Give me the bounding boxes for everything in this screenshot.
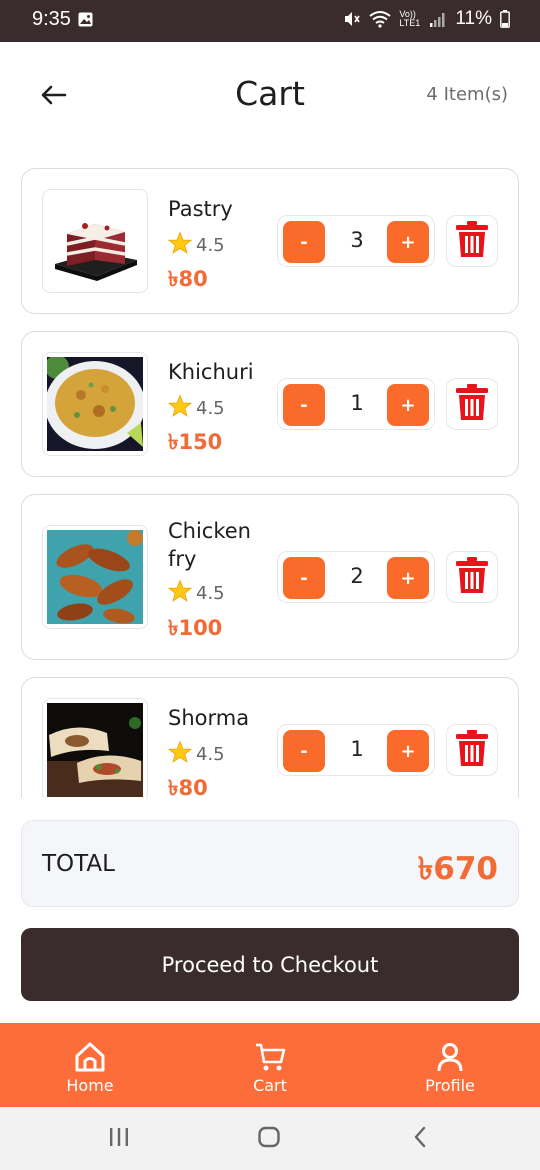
food-name: Chicken fry [168, 519, 251, 571]
wifi-icon [369, 10, 391, 28]
food-image-shorma [42, 698, 148, 798]
increase-button[interactable]: + [387, 221, 429, 263]
trash-icon [455, 383, 489, 425]
star-icon [167, 394, 193, 423]
price: ৳80 [168, 267, 208, 291]
quantity-stepper: - 1 + [277, 724, 435, 776]
battery-percent: 11% [455, 8, 492, 29]
decrease-button[interactable]: - [283, 557, 325, 599]
quantity-value: 2 [350, 564, 364, 588]
food-image-pastry [42, 189, 148, 293]
rating-value: 4.5 [196, 744, 225, 765]
mute-icon [343, 10, 361, 28]
cart-item: Chicken fry 4.5 ৳100 - 2 + [21, 494, 519, 660]
status-bar: 9:35 Vo)) LTE1 11% [0, 0, 540, 42]
delete-button[interactable] [446, 215, 498, 267]
food-image-khichuri [42, 352, 148, 456]
checkout-button[interactable]: Proceed to Checkout [21, 928, 519, 1001]
lte-icon: Vo)) LTE1 [399, 9, 421, 28]
rating: 4.5 [167, 394, 225, 423]
price: ৳80 [168, 776, 208, 798]
trash-icon [455, 220, 489, 262]
home-button-icon[interactable] [257, 1125, 281, 1153]
quantity-stepper: - 2 + [277, 551, 435, 603]
quantity-value: 1 [350, 391, 364, 415]
gallery-icon [78, 12, 93, 31]
star-icon [167, 740, 193, 769]
increase-button[interactable]: + [387, 384, 429, 426]
food-name: Khichuri [168, 360, 254, 384]
status-indicators: Vo)) LTE1 11% [343, 8, 510, 30]
total-summary: TOTAL ৳670 [21, 820, 519, 907]
system-nav-bar [0, 1107, 540, 1170]
trash-icon [455, 729, 489, 771]
star-icon [167, 231, 193, 260]
bottom-nav: Home Cart Profile [0, 1023, 540, 1107]
nav-profile[interactable]: Profile [360, 1023, 540, 1107]
rating: 4.5 [167, 740, 225, 769]
increase-button[interactable]: + [387, 730, 429, 772]
price: ৳150 [168, 430, 223, 454]
delete-button[interactable] [446, 551, 498, 603]
back-button-icon[interactable] [410, 1125, 430, 1153]
quantity-value: 1 [350, 737, 364, 761]
nav-profile-label: Profile [425, 1076, 475, 1095]
nav-home-label: Home [66, 1076, 114, 1095]
cart-item: Khichuri 4.5 ৳150 - 1 + [21, 331, 519, 477]
star-icon [167, 579, 193, 608]
increase-button[interactable]: + [387, 557, 429, 599]
trash-icon [455, 556, 489, 598]
total-label: TOTAL [42, 851, 115, 877]
quantity-stepper: - 1 + [277, 378, 435, 430]
quantity-value: 3 [350, 228, 364, 252]
decrease-button[interactable]: - [283, 221, 325, 263]
nav-cart[interactable]: Cart [180, 1023, 360, 1107]
rating: 4.5 [167, 579, 225, 608]
rating-value: 4.5 [196, 398, 225, 419]
cart-item: Shorma 4.5 ৳80 - 1 + [21, 677, 519, 798]
nav-cart-label: Cart [253, 1076, 287, 1095]
total-value: ৳670 [417, 851, 498, 887]
rating-value: 4.5 [196, 235, 225, 256]
decrease-button[interactable]: - [283, 384, 325, 426]
delete-button[interactable] [446, 724, 498, 776]
signal-icon [429, 11, 447, 27]
item-count: 4 Item(s) [426, 84, 508, 105]
recent-apps-icon[interactable] [108, 1125, 130, 1153]
battery-icon [500, 10, 510, 28]
rating-value: 4.5 [196, 583, 225, 604]
cart-item: Pastry 4.5 ৳80 - 3 + [21, 168, 519, 314]
quantity-stepper: - 3 + [277, 215, 435, 267]
delete-button[interactable] [446, 378, 498, 430]
cart-list[interactable]: Pastry 4.5 ৳80 - 3 + Khichuri 4.5 ৳150 -… [0, 160, 540, 798]
rating: 4.5 [167, 231, 225, 260]
food-name: Pastry [168, 197, 233, 221]
status-time: 9:35 [32, 8, 71, 30]
price: ৳100 [168, 616, 223, 640]
food-name: Shorma [168, 706, 250, 730]
food-image-chicken-fry [42, 525, 148, 629]
nav-home[interactable]: Home [0, 1023, 180, 1107]
decrease-button[interactable]: - [283, 730, 325, 772]
